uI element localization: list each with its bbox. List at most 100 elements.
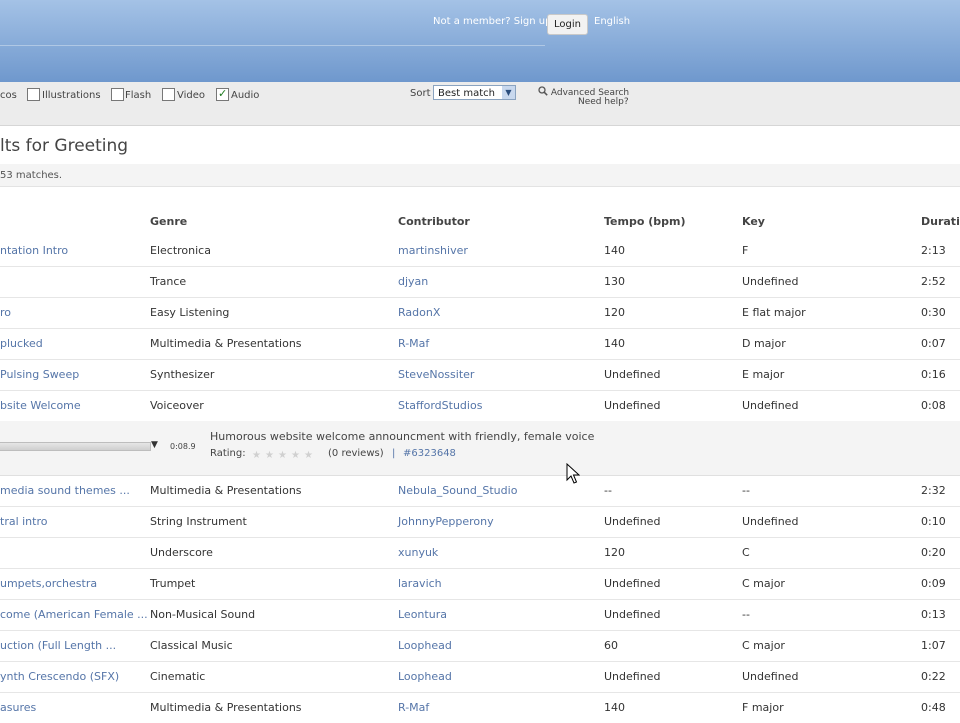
- genre-cell: Cinematic: [150, 670, 206, 683]
- duration-cell: 0:08: [921, 399, 946, 412]
- rating-star-icon[interactable]: ★: [291, 451, 301, 461]
- table-row[interactable]: ro Easy Listening RadonX 120 E flat majo…: [0, 297, 960, 329]
- page-title: lts for Greeting: [0, 136, 129, 156]
- video-checkbox[interactable]: [162, 88, 175, 101]
- flash-label[interactable]: Flash: [125, 90, 151, 101]
- contributor-link[interactable]: martinshiver: [398, 244, 468, 257]
- genre-cell: Synthesizer: [150, 368, 215, 381]
- tempo-cell: Undefined: [604, 368, 661, 381]
- illustrations-checkbox[interactable]: [27, 88, 40, 101]
- contributor-link[interactable]: R-Maf: [398, 337, 429, 350]
- chevron-down-icon[interactable]: ▼: [502, 86, 515, 99]
- language-link[interactable]: English: [594, 16, 630, 27]
- key-cell: Undefined: [742, 670, 799, 683]
- track-title-link[interactable]: uction (Full Length ...: [0, 639, 116, 652]
- table-row[interactable]: tral intro String Instrument JohnnyPeppe…: [0, 506, 960, 538]
- audio-progress-bar[interactable]: [0, 442, 151, 451]
- table-row[interactable]: Trance djyan 130 Undefined 2:52: [0, 266, 960, 298]
- key-cell: C major: [742, 577, 785, 590]
- table-row[interactable]: umpets,orchestra Trumpet laravich Undefi…: [0, 568, 960, 600]
- tempo-cell: Undefined: [604, 670, 661, 683]
- table-row[interactable]: bsite Welcome Voiceover StaffordStudios …: [0, 390, 960, 422]
- filter-photos-label[interactable]: cos: [0, 90, 17, 101]
- contributor-link[interactable]: SteveNossiter: [398, 368, 474, 381]
- review-count: (0 reviews): [328, 448, 384, 459]
- contributor-link[interactable]: xunyuk: [398, 546, 438, 559]
- table-row[interactable]: ynth Crescendo (SFX) Cinematic Loophead …: [0, 661, 960, 693]
- col-duration-header[interactable]: Duratio: [921, 215, 960, 228]
- contributor-link[interactable]: JohnnyPepperony: [398, 515, 494, 528]
- track-title-link[interactable]: bsite Welcome: [0, 399, 81, 412]
- rating-star-icon[interactable]: ★: [278, 451, 288, 461]
- col-tempo-header[interactable]: Tempo (bpm): [604, 215, 686, 228]
- contributor-link[interactable]: R-Maf: [398, 701, 429, 714]
- track-title-link[interactable]: ro: [0, 306, 11, 319]
- duration-cell: 0:16: [921, 368, 946, 381]
- track-title-link[interactable]: ntation Intro: [0, 244, 68, 257]
- track-id-link[interactable]: #6323648: [403, 448, 456, 459]
- table-row[interactable]: uction (Full Length ... Classical Music …: [0, 630, 960, 662]
- table-row[interactable]: Pulsing Sweep Synthesizer SteveNossiter …: [0, 359, 960, 391]
- rating-star-icon[interactable]: ★: [252, 451, 262, 461]
- key-cell: --: [742, 608, 750, 621]
- mouse-cursor-icon: [566, 463, 580, 484]
- genre-cell: Electronica: [150, 244, 211, 257]
- sort-select[interactable]: Best match ▼: [433, 85, 516, 100]
- audio-checkbox[interactable]: [216, 87, 229, 101]
- track-title-link[interactable]: asures: [0, 701, 36, 714]
- table-row[interactable]: plucked Multimedia & Presentations R-Maf…: [0, 328, 960, 360]
- duration-cell: 2:52: [921, 275, 946, 288]
- contributor-link[interactable]: Loophead: [398, 670, 452, 683]
- tempo-cell: Undefined: [604, 577, 661, 590]
- track-title-link[interactable]: media sound themes ...: [0, 484, 130, 497]
- rating-star-icon[interactable]: ★: [304, 451, 314, 461]
- table-row[interactable]: Underscore xunyuk 120 C 0:20: [0, 537, 960, 569]
- contributor-link[interactable]: Loophead: [398, 639, 452, 652]
- genre-cell: Trumpet: [150, 577, 196, 590]
- track-description: Humorous website welcome announcment wit…: [210, 430, 595, 443]
- genre-cell: Multimedia & Presentations: [150, 484, 302, 497]
- video-label[interactable]: Video: [177, 90, 205, 101]
- contributor-link[interactable]: RadonX: [398, 306, 440, 319]
- table-row[interactable]: ntation Intro Electronica martinshiver 1…: [0, 235, 960, 267]
- table-row[interactable]: asures Multimedia & Presentations R-Maf …: [0, 692, 960, 723]
- tempo-cell: 60: [604, 639, 618, 652]
- table-row[interactable]: media sound themes ... Multimedia & Pres…: [0, 475, 960, 507]
- contributor-link[interactable]: StaffordStudios: [398, 399, 482, 412]
- track-title-link[interactable]: ynth Crescendo (SFX): [0, 670, 119, 683]
- track-title-link[interactable]: Pulsing Sweep: [0, 368, 79, 381]
- site-header: [0, 0, 960, 82]
- track-title-link[interactable]: tral intro: [0, 515, 47, 528]
- duration-cell: 0:10: [921, 515, 946, 528]
- rating-label: Rating:: [210, 448, 246, 459]
- col-contributor-header[interactable]: Contributor: [398, 215, 470, 228]
- col-key-header[interactable]: Key: [742, 215, 765, 228]
- playhead-icon[interactable]: ▼: [151, 440, 158, 450]
- contributor-link[interactable]: Nebula_Sound_Studio: [398, 484, 517, 497]
- need-help-link[interactable]: Need help?: [578, 97, 629, 107]
- track-title-link[interactable]: umpets,orchestra: [0, 577, 97, 590]
- flash-checkbox[interactable]: [111, 88, 124, 101]
- tempo-cell: --: [604, 484, 612, 497]
- header-divider: [0, 45, 545, 46]
- genre-cell: Non-Musical Sound: [150, 608, 256, 621]
- duration-cell: 2:32: [921, 484, 946, 497]
- table-row[interactable]: come (American Female ... Non-Musical So…: [0, 599, 960, 631]
- illustrations-label[interactable]: Illustrations: [42, 90, 101, 101]
- contributor-link[interactable]: djyan: [398, 275, 428, 288]
- rating-star-icon[interactable]: ★: [265, 451, 275, 461]
- col-genre-header[interactable]: Genre: [150, 215, 187, 228]
- genre-cell: Easy Listening: [150, 306, 230, 319]
- key-cell: E flat major: [742, 306, 806, 319]
- magnifier-icon: [538, 86, 548, 96]
- audio-label[interactable]: Audio: [231, 90, 259, 101]
- login-button[interactable]: Login: [547, 14, 588, 35]
- contributor-link[interactable]: laravich: [398, 577, 442, 590]
- contributor-link[interactable]: Leontura: [398, 608, 447, 621]
- key-cell: C: [742, 546, 750, 559]
- track-title-link[interactable]: come (American Female ...: [0, 608, 148, 621]
- signup-link[interactable]: Not a member? Sign up: [433, 16, 551, 27]
- genre-cell: Classical Music: [150, 639, 233, 652]
- track-title-link[interactable]: plucked: [0, 337, 43, 350]
- key-cell: D major: [742, 337, 786, 350]
